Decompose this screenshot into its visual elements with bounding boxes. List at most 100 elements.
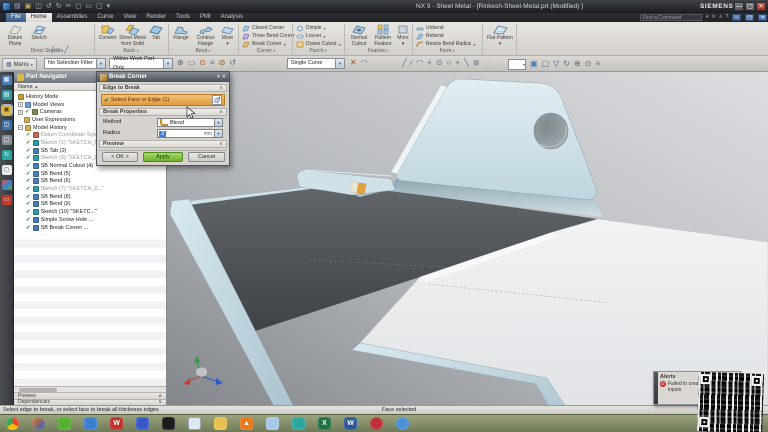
document-icon[interactable] (188, 417, 201, 430)
redo-icon[interactable]: ↻ (56, 0, 62, 13)
tab-view[interactable]: View (118, 13, 141, 22)
doc-close-button[interactable]: ✕ (758, 14, 768, 21)
flat-pattern-button[interactable]: Flat Pattern ▾ (486, 23, 514, 48)
checkbox-icon[interactable]: ✔ (26, 194, 31, 200)
sheet-metal-from-solid-button[interactable]: Sheet Metal from Solid (119, 23, 146, 48)
apply-button[interactable]: Apply (143, 152, 183, 162)
tab-curve[interactable]: Curve (92, 13, 118, 22)
tab-assemblies[interactable]: Assemblies (52, 13, 93, 22)
normal-cutout-button[interactable]: Normal Cutout (348, 23, 370, 48)
checkbox-icon[interactable]: ✔ (26, 209, 31, 215)
open-icon[interactable]: ▣ (25, 0, 32, 13)
break-corner-button[interactable]: Break Corner ▾ (242, 40, 286, 48)
closed-corner-button[interactable]: Closed Corner (242, 24, 284, 32)
tree-item[interactable]: ✔ Sketch (7) "SKETCH_0..." (14, 185, 166, 193)
collapse-icon[interactable]: − (18, 125, 23, 131)
view-tools-iconrow[interactable]: ▾ ▣ ▢ ▽ ↻ ⊕ ⊙ ≡ (508, 58, 600, 70)
tree-item[interactable]: ✔ SB Bend (5) (14, 170, 166, 178)
find-command-input[interactable]: Find a Command (640, 14, 702, 21)
dialog-close-icon[interactable]: ✕ (222, 74, 226, 80)
process-studio-icon[interactable]: ▭ (1, 195, 12, 205)
tab-pmi[interactable]: PMI (195, 13, 216, 22)
checkbox-icon[interactable]: ✔ (26, 201, 31, 207)
selection-filter-dropdown[interactable]: No Selection Filter ▼ (44, 58, 106, 69)
radius-input[interactable]: 3 mm ▼ (157, 129, 223, 138)
checkbox-icon[interactable]: ✔ (26, 155, 31, 161)
graphics-viewport[interactable] (167, 72, 768, 405)
tab-file[interactable]: File (6, 13, 26, 22)
web-browser-icon[interactable]: ◻ (1, 165, 12, 175)
window-icon[interactable]: ▢ (96, 0, 103, 13)
folder-icon[interactable] (84, 417, 97, 430)
undo-icon[interactable]: ↺ (46, 0, 52, 13)
method-dropdown[interactable]: Blend ▼ (157, 118, 223, 127)
doc-minimize-button[interactable]: – (732, 14, 742, 21)
checkbox-icon[interactable]: ✔ (26, 163, 31, 169)
part-navigator-icon[interactable]: ▣ (0, 104, 13, 116)
red-office-icon[interactable]: W (110, 417, 123, 430)
checkbox-icon[interactable]: ✔ (26, 178, 31, 184)
checkbox-icon[interactable]: ✔ (26, 225, 31, 231)
media-app-icon[interactable] (136, 417, 149, 430)
checkbox-icon[interactable]: ✔ (26, 171, 31, 177)
minimize-button[interactable]: — (734, 2, 744, 11)
unbend-button[interactable]: Unbend (416, 24, 444, 32)
contour-flange-button[interactable]: Contour Flange (192, 23, 219, 48)
edge-to-break-section[interactable]: Edge to Break ∧ (99, 84, 227, 92)
expand-icon[interactable]: + (18, 102, 23, 108)
select-face-or-edge-row[interactable]: ✔ Select Face or Edge (1) (101, 94, 225, 106)
firefox-icon[interactable] (32, 417, 45, 430)
excel-icon[interactable]: X (318, 417, 331, 430)
new-icon[interactable]: ▤ (14, 0, 21, 13)
convert-button[interactable]: Convert (97, 23, 118, 48)
photo-viewer-icon[interactable] (162, 417, 175, 430)
selection-tools-iconrow[interactable]: ⊕ ▭ ⊙ ≡ ⊘ ↺ (177, 57, 236, 69)
tree-item[interactable]: ✔ SB Bend (6) (14, 178, 166, 186)
tree-item[interactable]: ✔ SB Break Corner ... (14, 224, 166, 232)
search-options-icon[interactable]: ▾ (706, 13, 709, 22)
ok-button[interactable]: < OK > (102, 152, 138, 162)
word-icon[interactable]: W (344, 417, 357, 430)
checkbox-icon[interactable]: ✔ (26, 140, 31, 146)
checkbox-icon[interactable]: ✔ (26, 217, 31, 223)
drawn-cutout-button[interactable]: Drawn Cutout ▾ (296, 40, 341, 48)
menu-more-icon[interactable]: ▾ (107, 0, 111, 13)
tab-tools[interactable]: Tools (171, 13, 195, 22)
copy-icon[interactable]: ◻ (76, 0, 82, 13)
unit-options-icon[interactable]: ▼ (214, 130, 222, 137)
checkbox-icon[interactable]: ✔ (26, 186, 31, 192)
expand-icon[interactable]: + (18, 109, 23, 115)
pattern-feature-button[interactable]: Pattern Feature (371, 23, 395, 48)
bend-more-button[interactable]: More ▾ (220, 23, 235, 48)
vlc-icon[interactable]: ▲ (240, 417, 253, 430)
preview-section[interactable]: Preview ∨ (99, 140, 227, 148)
cancel-button[interactable]: Cancel (188, 152, 225, 162)
sketch-button[interactable]: Sketch (28, 23, 50, 48)
tree-item[interactable]: ✔ Sketch (10) "SKETC..." (14, 208, 166, 216)
cut-icon[interactable]: ✂ (66, 0, 72, 13)
louver-button[interactable]: Louver ▾ (296, 32, 325, 40)
history-icon[interactable]: ↻ (1, 150, 12, 160)
close-button[interactable]: ✕ (756, 2, 766, 11)
chrome-icon[interactable] (6, 417, 19, 430)
maximize-button[interactable]: ▢ (745, 2, 755, 11)
green-app-icon[interactable] (58, 417, 71, 430)
resize-bend-radius-button[interactable]: Resize Bend Radius ▾ (416, 40, 475, 48)
dialog-title-bar[interactable]: Break Corner ▾ ✕ (97, 72, 229, 82)
blue-app-icon[interactable] (396, 417, 409, 430)
teal-app-icon[interactable] (292, 417, 305, 430)
reuse-library-icon[interactable]: ◫ (1, 120, 12, 130)
checkbox-icon[interactable]: ✔ (26, 148, 31, 154)
three-bend-corner-button[interactable]: Three Bend Corner▾ (242, 32, 299, 40)
tab-hole[interactable] (533, 112, 569, 150)
document-blue-icon[interactable] (266, 417, 279, 430)
rebend-button[interactable]: Rebend (416, 32, 444, 40)
tree-item[interactable]: ✔ SB Bend (8) (14, 193, 166, 201)
break-properties-section[interactable]: Break Properties ∧ (99, 108, 227, 116)
assembly-navigator-icon[interactable]: ▦ (1, 75, 12, 85)
snap-point-iconrow[interactable]: ╱ ∕ ◠ + ⊙ ○ + ╲ ◼ ◻ (402, 57, 490, 69)
dialog-options-icon[interactable]: ▾ (217, 74, 220, 80)
folder-yellow-icon[interactable] (214, 417, 227, 430)
help-icon[interactable]: ? (725, 13, 728, 22)
tab-analysis[interactable]: Analysis (216, 13, 248, 22)
